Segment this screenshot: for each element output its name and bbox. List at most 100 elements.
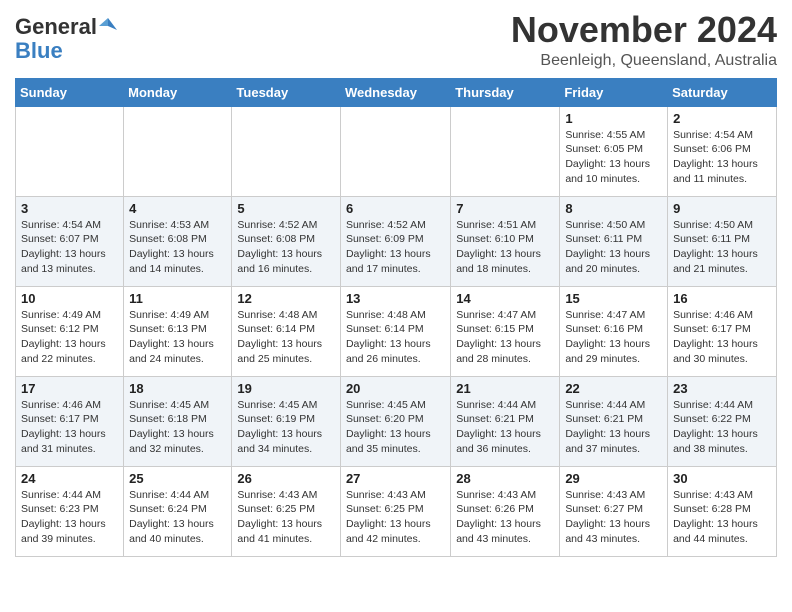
weekday-header-row: SundayMondayTuesdayWednesdayThursdayFrid… xyxy=(16,78,777,106)
weekday-header-sunday: Sunday xyxy=(16,78,124,106)
day-number: 19 xyxy=(237,381,335,396)
day-info: Sunrise: 4:53 AMSunset: 6:08 PMDaylight:… xyxy=(129,218,226,277)
day-info: Sunrise: 4:47 AMSunset: 6:16 PMDaylight:… xyxy=(565,308,662,367)
day-number: 16 xyxy=(673,291,771,306)
day-number: 10 xyxy=(21,291,118,306)
day-info: Sunrise: 4:45 AMSunset: 6:19 PMDaylight:… xyxy=(237,398,335,457)
day-cell-23: 23 Sunrise: 4:44 AMSunset: 6:22 PMDayligh… xyxy=(668,376,777,466)
empty-cell xyxy=(451,106,560,196)
day-cell-15: 15 Sunrise: 4:47 AMSunset: 6:16 PMDayligh… xyxy=(560,286,668,376)
day-number: 30 xyxy=(673,471,771,486)
day-number: 20 xyxy=(346,381,445,396)
day-number: 15 xyxy=(565,291,662,306)
day-cell-3: 3Sunrise: 4:54 AMSunset: 6:07 PMDaylight… xyxy=(16,196,124,286)
day-cell-4: 4 Sunrise: 4:53 AMSunset: 6:08 PMDaylight… xyxy=(124,196,232,286)
day-info: Sunrise: 4:46 AMSunset: 6:17 PMDaylight:… xyxy=(673,308,771,367)
day-info: Sunrise: 4:45 AMSunset: 6:18 PMDaylight:… xyxy=(129,398,226,457)
day-number: 23 xyxy=(673,381,771,396)
empty-cell xyxy=(16,106,124,196)
day-info: Sunrise: 4:44 AMSunset: 6:21 PMDaylight:… xyxy=(456,398,554,457)
day-cell-14: 14Sunrise: 4:47 AMSunset: 6:15 PMDayligh… xyxy=(451,286,560,376)
day-info: Sunrise: 4:50 AMSunset: 6:11 PMDaylight:… xyxy=(673,218,771,277)
title-area: November 2024 Beenleigh, Queensland, Aus… xyxy=(511,10,777,70)
day-cell-19: 19 Sunrise: 4:45 AMSunset: 6:19 PMDayligh… xyxy=(232,376,341,466)
day-number: 12 xyxy=(237,291,335,306)
day-number: 11 xyxy=(129,291,226,306)
day-number: 2 xyxy=(673,111,771,126)
day-number: 14 xyxy=(456,291,554,306)
day-cell-8: 8 Sunrise: 4:50 AMSunset: 6:11 PMDaylight… xyxy=(560,196,668,286)
day-number: 13 xyxy=(346,291,445,306)
day-cell-26: 26Sunrise: 4:43 AMSunset: 6:25 PMDayligh… xyxy=(232,466,341,556)
day-info: Sunrise: 4:49 AMSunset: 6:12 PMDaylight:… xyxy=(21,308,118,367)
day-cell-20: 20 Sunrise: 4:45 AMSunset: 6:20 PMDayligh… xyxy=(340,376,450,466)
day-info: Sunrise: 4:44 AMSunset: 6:21 PMDaylight:… xyxy=(565,398,662,457)
day-cell-28: 28 Sunrise: 4:43 AMSunset: 6:26 PMDayligh… xyxy=(451,466,560,556)
day-info: Sunrise: 4:44 AMSunset: 6:23 PMDaylight:… xyxy=(21,488,118,547)
weekday-header-friday: Friday xyxy=(560,78,668,106)
day-number: 1 xyxy=(565,111,662,126)
week-row-3: 10 Sunrise: 4:49 AMSunset: 6:12 PMDayligh… xyxy=(16,286,777,376)
day-info: Sunrise: 4:43 AMSunset: 6:25 PMDaylight:… xyxy=(346,488,445,547)
day-cell-17: 17Sunrise: 4:46 AMSunset: 6:17 PMDayligh… xyxy=(16,376,124,466)
calendar-table: SundayMondayTuesdayWednesdayThursdayFrid… xyxy=(15,78,777,557)
day-info: Sunrise: 4:52 AMSunset: 6:08 PMDaylight:… xyxy=(237,218,335,277)
day-cell-6: 6 Sunrise: 4:52 AMSunset: 6:09 PMDaylight… xyxy=(340,196,450,286)
day-number: 7 xyxy=(456,201,554,216)
empty-cell xyxy=(124,106,232,196)
day-cell-12: 12 Sunrise: 4:48 AMSunset: 6:14 PMDayligh… xyxy=(232,286,341,376)
week-row-4: 17Sunrise: 4:46 AMSunset: 6:17 PMDayligh… xyxy=(16,376,777,466)
weekday-header-tuesday: Tuesday xyxy=(232,78,341,106)
day-info: Sunrise: 4:52 AMSunset: 6:09 PMDaylight:… xyxy=(346,218,445,277)
day-info: Sunrise: 4:43 AMSunset: 6:27 PMDaylight:… xyxy=(565,488,662,547)
weekday-header-wednesday: Wednesday xyxy=(340,78,450,106)
day-cell-7: 7 Sunrise: 4:51 AMSunset: 6:10 PMDaylight… xyxy=(451,196,560,286)
day-cell-21: 21Sunrise: 4:44 AMSunset: 6:21 PMDayligh… xyxy=(451,376,560,466)
day-number: 17 xyxy=(21,381,118,396)
day-number: 18 xyxy=(129,381,226,396)
day-info: Sunrise: 4:49 AMSunset: 6:13 PMDaylight:… xyxy=(129,308,226,367)
day-info: Sunrise: 4:45 AMSunset: 6:20 PMDaylight:… xyxy=(346,398,445,457)
day-cell-30: 30 Sunrise: 4:43 AMSunset: 6:28 PMDayligh… xyxy=(668,466,777,556)
day-number: 5 xyxy=(237,201,335,216)
day-cell-29: 29 Sunrise: 4:43 AMSunset: 6:27 PMDayligh… xyxy=(560,466,668,556)
weekday-header-monday: Monday xyxy=(124,78,232,106)
day-cell-10: 10 Sunrise: 4:49 AMSunset: 6:12 PMDayligh… xyxy=(16,286,124,376)
logo-general: General xyxy=(15,15,97,39)
day-info: Sunrise: 4:48 AMSunset: 6:14 PMDaylight:… xyxy=(346,308,445,367)
day-info: Sunrise: 4:43 AMSunset: 6:26 PMDaylight:… xyxy=(456,488,554,547)
logo-blue: Blue xyxy=(15,39,63,63)
page-header: General Blue November 2024 Beenleigh, Qu… xyxy=(15,10,777,70)
day-number: 22 xyxy=(565,381,662,396)
day-cell-9: 9 Sunrise: 4:50 AMSunset: 6:11 PMDaylight… xyxy=(668,196,777,286)
day-cell-24: 24Sunrise: 4:44 AMSunset: 6:23 PMDayligh… xyxy=(16,466,124,556)
day-cell-27: 27Sunrise: 4:43 AMSunset: 6:25 PMDayligh… xyxy=(340,466,450,556)
logo-bird-icon xyxy=(99,16,117,34)
day-number: 28 xyxy=(456,471,554,486)
day-number: 9 xyxy=(673,201,771,216)
day-info: Sunrise: 4:44 AMSunset: 6:24 PMDaylight:… xyxy=(129,488,226,547)
day-number: 4 xyxy=(129,201,226,216)
day-cell-5: 5 Sunrise: 4:52 AMSunset: 6:08 PMDaylight… xyxy=(232,196,341,286)
empty-cell xyxy=(340,106,450,196)
day-cell-25: 25Sunrise: 4:44 AMSunset: 6:24 PMDayligh… xyxy=(124,466,232,556)
day-number: 29 xyxy=(565,471,662,486)
day-info: Sunrise: 4:44 AMSunset: 6:22 PMDaylight:… xyxy=(673,398,771,457)
day-info: Sunrise: 4:50 AMSunset: 6:11 PMDaylight:… xyxy=(565,218,662,277)
week-row-1: 1 Sunrise: 4:55 AMSunset: 6:05 PMDaylight… xyxy=(16,106,777,196)
weekday-header-saturday: Saturday xyxy=(668,78,777,106)
day-cell-16: 16 Sunrise: 4:46 AMSunset: 6:17 PMDayligh… xyxy=(668,286,777,376)
day-number: 8 xyxy=(565,201,662,216)
day-number: 6 xyxy=(346,201,445,216)
week-row-2: 3Sunrise: 4:54 AMSunset: 6:07 PMDaylight… xyxy=(16,196,777,286)
day-cell-2: 2 Sunrise: 4:54 AMSunset: 6:06 PMDaylight… xyxy=(668,106,777,196)
day-info: Sunrise: 4:54 AMSunset: 6:06 PMDaylight:… xyxy=(673,128,771,187)
day-info: Sunrise: 4:51 AMSunset: 6:10 PMDaylight:… xyxy=(456,218,554,277)
day-info: Sunrise: 4:55 AMSunset: 6:05 PMDaylight:… xyxy=(565,128,662,187)
day-info: Sunrise: 4:43 AMSunset: 6:28 PMDaylight:… xyxy=(673,488,771,547)
day-cell-13: 13 Sunrise: 4:48 AMSunset: 6:14 PMDayligh… xyxy=(340,286,450,376)
day-info: Sunrise: 4:48 AMSunset: 6:14 PMDaylight:… xyxy=(237,308,335,367)
week-row-5: 24Sunrise: 4:44 AMSunset: 6:23 PMDayligh… xyxy=(16,466,777,556)
day-cell-22: 22 Sunrise: 4:44 AMSunset: 6:21 PMDayligh… xyxy=(560,376,668,466)
month-title: November 2024 xyxy=(511,10,777,50)
